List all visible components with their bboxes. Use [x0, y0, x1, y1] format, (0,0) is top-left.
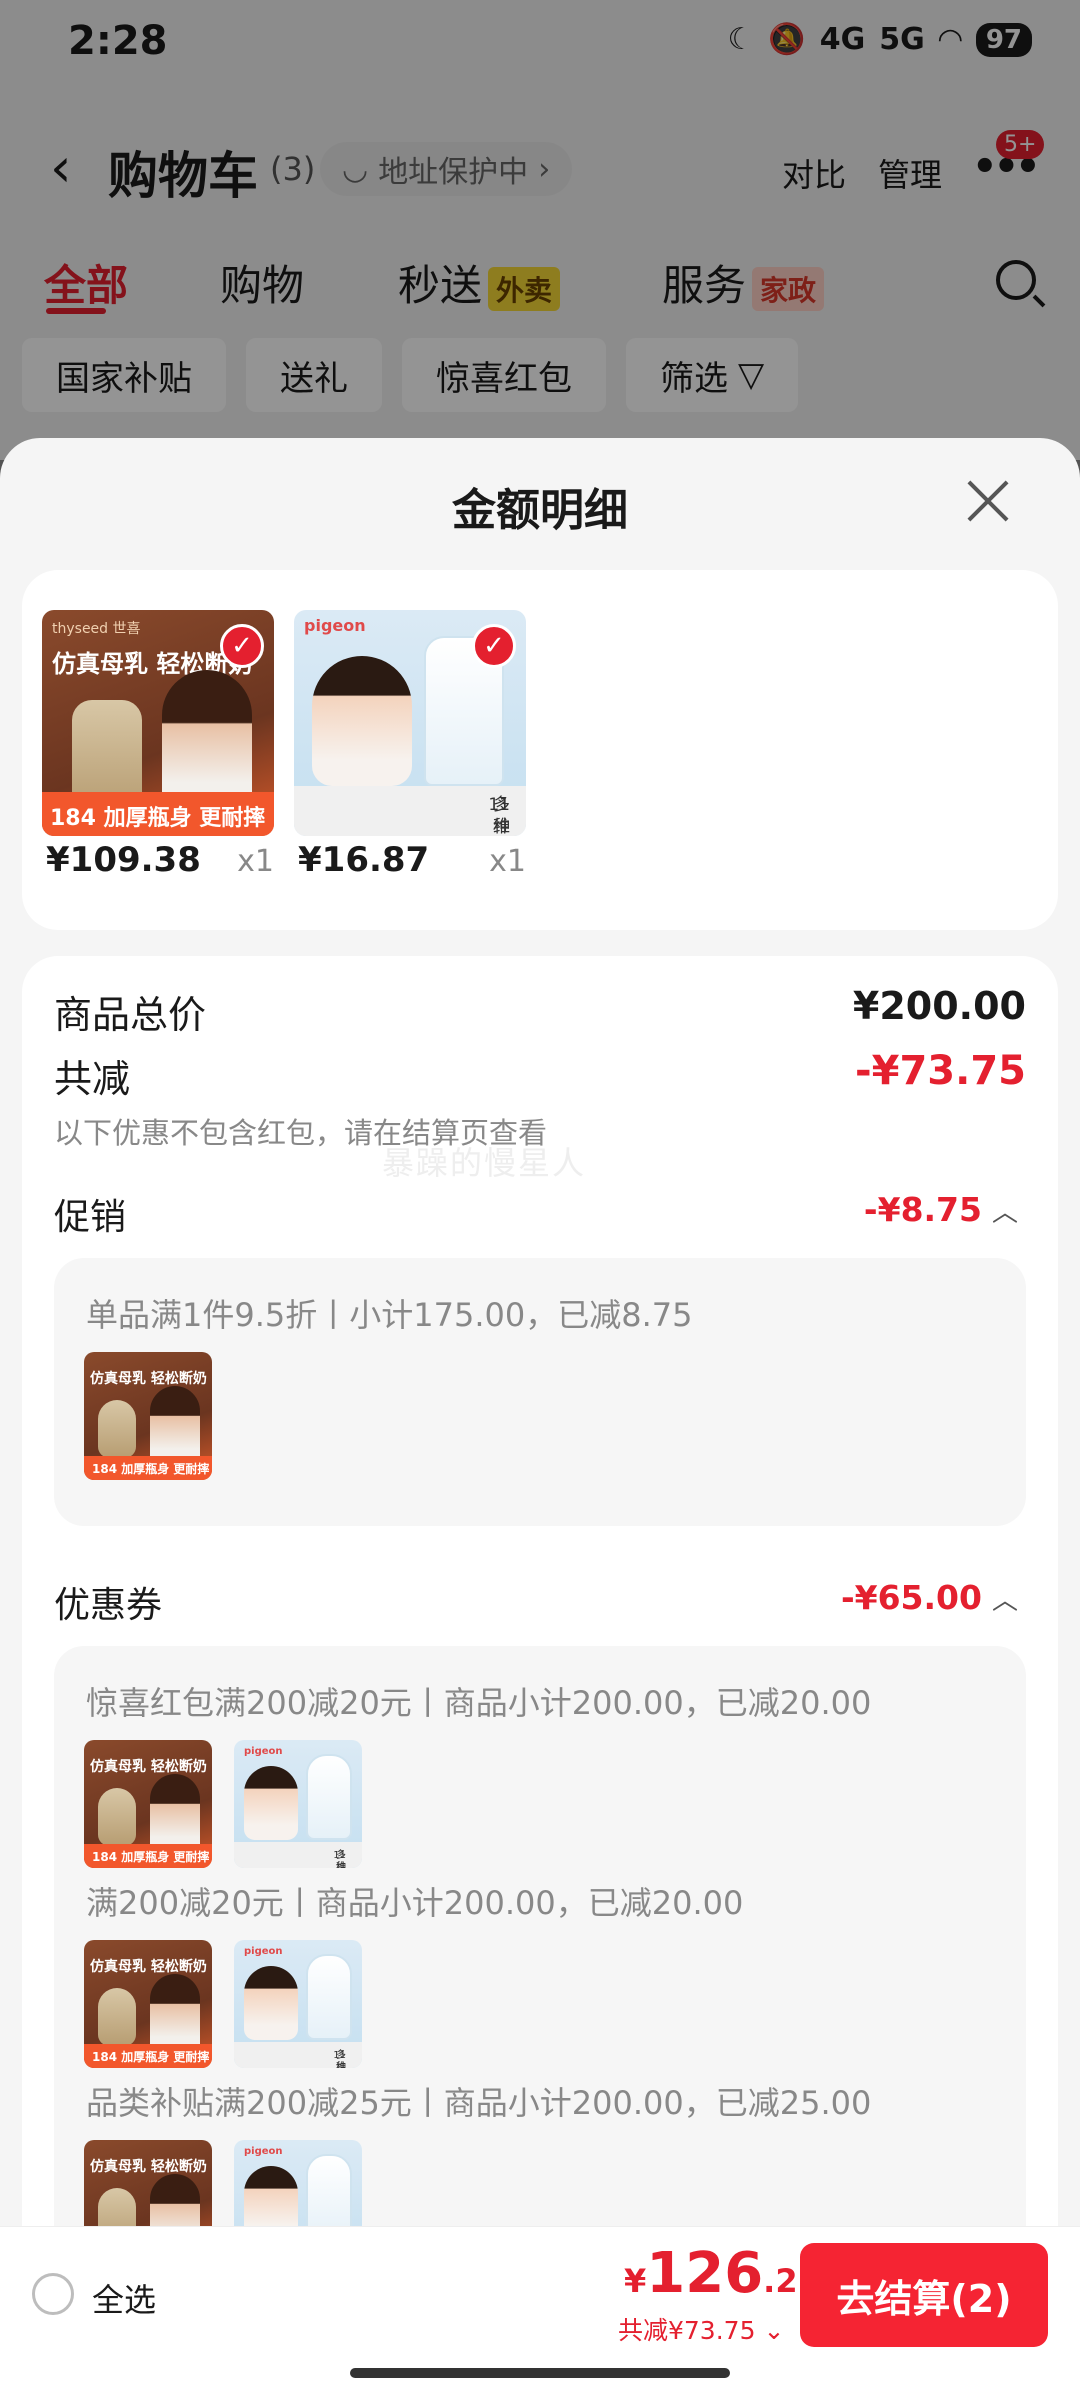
product-quantity: x1 — [237, 844, 274, 879]
coupon-thumbnails: 仿真母乳 轻松断奶 184 加厚瓶身 更耐摔 pigeon 11种氨基酸多维呵护… — [84, 1940, 362, 2068]
baby-bottle-image — [98, 1788, 136, 1846]
baby-bottle-image — [98, 1400, 136, 1458]
sheet-title: 金额明细 — [452, 485, 628, 536]
total-price-value: ¥200.00 — [852, 984, 1026, 1028]
lotion-bottle-image — [306, 1754, 352, 1840]
coupon-thumbnails: 仿真母乳 轻松断奶 184 加厚瓶身 更耐摔 pigeon 11种氨基酸多维呵护… — [84, 1740, 362, 1868]
product-thumbnail: pigeon 11种氨基酸多维呵护肌肤 — [234, 1740, 362, 1868]
home-indicator — [350, 2368, 730, 2378]
thumbnail-strip: 11种氨基酸多维呵护肌肤 — [234, 2042, 362, 2068]
coupon-toggle[interactable]: -¥65.00 ︿ — [841, 1578, 1018, 1617]
product-image: pigeon 11种氨基酸多维呵护肌肤 ✓ — [294, 610, 526, 836]
discount-value: -¥73.75 — [855, 1048, 1026, 1094]
thumbnail-strip-text: 184 加厚瓶身 更耐摔 — [92, 1850, 210, 1864]
product-price: ¥109.38 — [46, 840, 201, 880]
product-image-strip: 11种氨基酸多维呵护肌肤 — [294, 786, 526, 836]
thumbnail-strip-text: 184 加厚瓶身 更耐摔 — [92, 2050, 210, 2064]
product-quantity: x1 — [489, 844, 526, 879]
coupon-line: 品类补贴满200减25元丨商品小计200.00，已减25.00 — [86, 2084, 872, 2122]
saved-amount: 共减¥73.75 — [618, 2316, 756, 2345]
child-model-image — [244, 1766, 298, 1840]
product-item[interactable]: thyseed 世喜 仿真母乳 轻松断奶 184 加厚瓶身 更耐摔 ✓ ¥109… — [42, 610, 274, 880]
promotion-detail-box: 单品满1件9.5折丨小计175.00，已减8.75 仿真母乳 轻松断奶 184 … — [54, 1258, 1026, 1526]
product-brand: pigeon — [304, 616, 366, 635]
product-image-strip: 184 加厚瓶身 更耐摔 — [42, 792, 274, 836]
product-price: ¥16.87 — [298, 840, 430, 880]
chevron-up-icon: ︿ — [991, 1198, 1018, 1228]
coupon-line: 惊喜红包满200减20元丨商品小计200.00，已减20.00 — [86, 1684, 872, 1722]
close-icon[interactable] — [966, 478, 1010, 522]
thumbnail-strip-text: 184 加厚瓶身 更耐摔 — [92, 1462, 210, 1476]
saved-amount-toggle[interactable]: 共减¥73.75 ⌄ — [618, 2311, 784, 2347]
promotion-value: -¥8.75 — [863, 1190, 982, 1229]
total-price-label: 商品总价 — [54, 993, 207, 1037]
promotion-toggle[interactable]: -¥8.75 ︿ — [864, 1190, 1018, 1229]
thumbnail-strip: 184 加厚瓶身 更耐摔 — [84, 1456, 212, 1480]
thumbnail-title: 仿真母乳 轻松断奶 — [90, 2159, 207, 2175]
checkmark-icon: ✓ — [220, 624, 264, 668]
chevron-up-icon: ︿ — [991, 1586, 1018, 1616]
chevron-down-icon: ⌄ — [763, 2316, 785, 2345]
thumbnail-title: 仿真母乳 轻松断奶 — [90, 1959, 207, 1975]
strip-line-2: 多维呵护肌肤 — [336, 2050, 346, 2068]
thumbnail-strip: 184 加厚瓶身 更耐摔 — [84, 2044, 212, 2068]
coupon-line: 满200减20元丨商品小计200.00，已减20.00 — [86, 1884, 744, 1922]
select-all-radio[interactable] — [32, 2273, 74, 2315]
strip-line-2: 多维呵护肌肤 — [493, 795, 510, 836]
promotion-label: 促销 — [54, 1197, 127, 1238]
thumbnail-brand: pigeon — [244, 1946, 283, 1957]
amount-breakdown-card: 商品总价 ¥200.00 共减 -¥73.75 以下优惠不包含红包，请在结算页查… — [22, 956, 1058, 2400]
product-image-strip-text: 184 加厚瓶身 更耐摔 — [50, 806, 266, 831]
product-thumbnail: 仿真母乳 轻松断奶 184 加厚瓶身 更耐摔 — [84, 1940, 212, 2068]
product-item[interactable]: pigeon 11种氨基酸多维呵护肌肤 ✓ ¥16.87 x1 — [294, 610, 526, 880]
watermark: 暴躁的慢星人 — [382, 1144, 587, 1182]
promotion-thumbnails: 仿真母乳 轻松断奶 184 加厚瓶身 更耐摔 — [84, 1352, 212, 1480]
product-thumbnail: 仿真母乳 轻松断奶 184 加厚瓶身 更耐摔 — [84, 1352, 212, 1480]
baby-bottle-image — [98, 1988, 136, 2046]
lotion-bottle-image — [306, 1954, 352, 2040]
total-integer: 126 — [646, 2241, 764, 2306]
thumbnail-strip: 11种氨基酸多维呵护肌肤 — [234, 1842, 362, 1868]
product-image: thyseed 世喜 仿真母乳 轻松断奶 184 加厚瓶身 更耐摔 ✓ — [42, 610, 274, 836]
thumbnail-title: 仿真母乳 轻松断奶 — [90, 1759, 207, 1775]
total-amount: ¥ 126 .25 — [624, 2241, 820, 2306]
checkmark-icon: ✓ — [472, 624, 516, 668]
product-thumbnail: 仿真母乳 轻松断奶 184 加厚瓶身 更耐摔 — [84, 1740, 212, 1868]
product-brand: thyseed 世喜 — [52, 621, 141, 637]
strip-line-2: 多维呵护肌肤 — [336, 1850, 346, 1868]
thumbnail-strip: 184 加厚瓶身 更耐摔 — [84, 1844, 212, 1868]
selected-products-card: thyseed 世喜 仿真母乳 轻松断奶 184 加厚瓶身 更耐摔 ✓ ¥109… — [22, 570, 1058, 930]
currency-symbol: ¥ — [624, 2262, 647, 2300]
child-model-image — [244, 1966, 298, 2040]
thumbnail-brand: pigeon — [244, 1746, 283, 1757]
thumbnail-title: 仿真母乳 轻松断奶 — [90, 1371, 207, 1387]
amount-detail-sheet: 金额明细 thyseed 世喜 仿真母乳 轻松断奶 184 加厚瓶身 更耐摔 ✓… — [0, 438, 1080, 2400]
product-thumbnail: pigeon 11种氨基酸多维呵护肌肤 — [234, 1940, 362, 2068]
select-all-label[interactable]: 全选 — [92, 2275, 156, 2321]
discount-label: 共减 — [54, 1057, 131, 1101]
thumbnail-brand: pigeon — [244, 2146, 283, 2157]
coupon-label: 优惠券 — [54, 1585, 163, 1626]
promotion-line: 单品满1件9.5折丨小计175.00，已减8.75 — [86, 1296, 693, 1334]
checkout-button[interactable]: 去结算(2) — [800, 2243, 1048, 2347]
child-model-image — [312, 656, 412, 786]
coupon-value: -¥65.00 — [840, 1578, 982, 1617]
